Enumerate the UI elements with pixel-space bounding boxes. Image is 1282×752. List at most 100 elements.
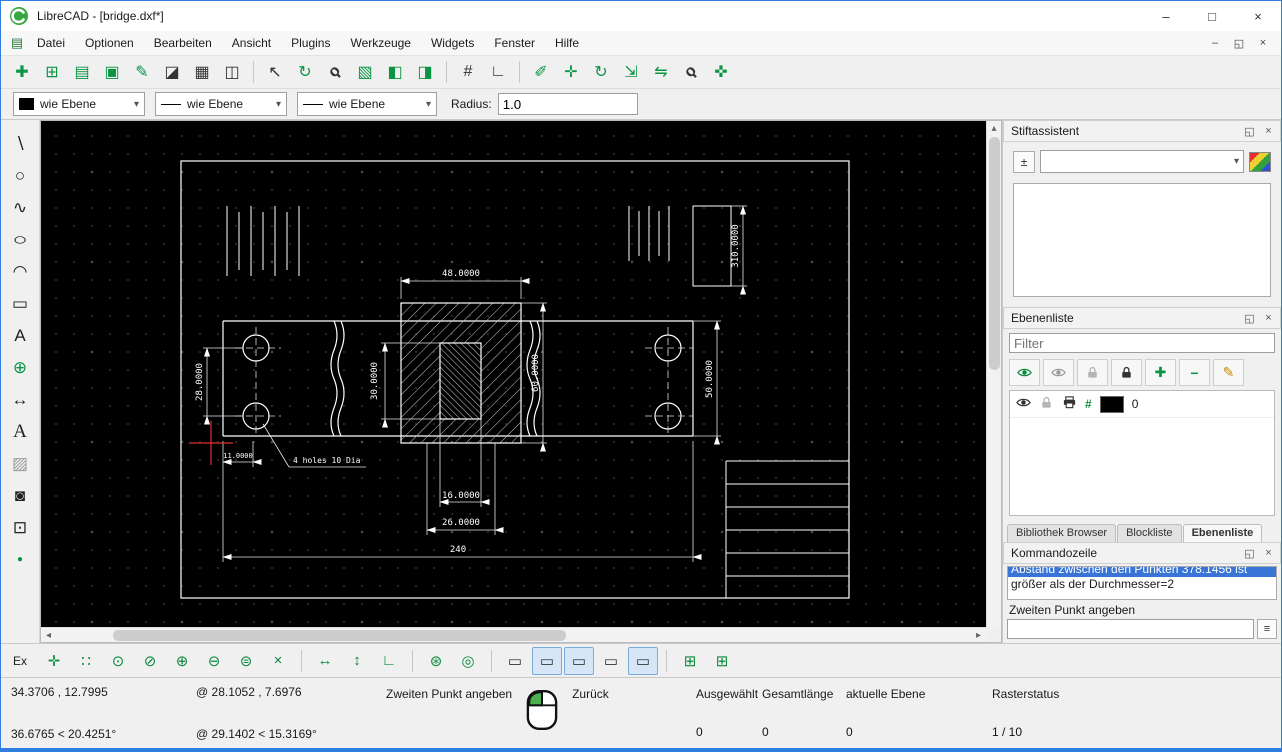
menu-optionen[interactable]: Optionen [75,36,144,50]
exclusive-snap-label[interactable]: Ex [13,654,27,668]
menu-werkzeuge[interactable]: Werkzeuge [340,36,420,50]
menu-plugins[interactable]: Plugins [281,36,340,50]
scroll-left-icon[interactable]: ◂ [41,628,56,643]
mtext-tool-icon[interactable]: A [4,320,36,351]
menu-fenster[interactable]: Fenster [484,36,545,50]
dock-close-icon[interactable]: × [1261,546,1276,561]
new-file-icon[interactable]: ✚ [7,58,37,87]
restrict-vertical-icon[interactable]: ↕ [342,647,372,675]
monitor-toggle-5-icon[interactable]: ▭ [628,647,658,675]
scale-icon[interactable]: ⇲ [616,58,646,87]
mdi-minimize-icon[interactable]: – [1203,32,1227,54]
image-tool-icon[interactable]: ◙ [4,480,36,511]
open-file-icon[interactable]: ▤ [67,58,97,87]
pen-color-picker-button[interactable] [1249,152,1271,172]
monitor-toggle-4-icon[interactable]: ▭ [596,647,626,675]
mirror-icon[interactable]: ⇋ [646,58,676,87]
snap-grid-icon[interactable]: ∷ [71,647,101,675]
layer-construction-icon[interactable]: # [1085,397,1092,411]
color-combo[interactable]: wie Ebene ▾ [13,92,145,116]
tab-block-list[interactable]: Blockliste [1117,524,1181,542]
layer-filter-input[interactable] [1009,333,1275,353]
ortho-toggle-icon[interactable]: ∟ [483,58,513,87]
radius-input[interactable] [498,93,638,115]
pen-favorites-list[interactable] [1013,183,1271,297]
menu-datei[interactable]: Datei [27,36,75,50]
snap-free-icon[interactable]: ✛ [39,647,69,675]
monitor-add-1-icon[interactable]: ⊞ [675,647,705,675]
minimize-icon[interactable]: – [1143,1,1189,31]
zoom-auto-icon[interactable]: ϙ [320,58,350,87]
snap-intersection-icon[interactable]: × [263,647,293,675]
lock-all-layers-button[interactable] [1111,359,1142,386]
dock-float-icon[interactable]: ◱ [1242,546,1257,561]
remove-layer-button[interactable]: − [1179,359,1210,386]
zoom-window-icon[interactable]: ▧ [350,58,380,87]
edit-layer-button[interactable]: ✎ [1213,359,1244,386]
text-tool-icon[interactable]: A [4,416,36,447]
scroll-right-icon[interactable]: ▸ [971,628,986,643]
layer-color-swatch[interactable] [1100,396,1124,413]
snap-on-entity-icon[interactable]: ⊘ [135,647,165,675]
monitor-toggle-1-icon[interactable]: ▭ [500,647,530,675]
block-tool-icon[interactable]: ⊡ [4,512,36,543]
arc-tool-icon[interactable]: ◠ [4,256,36,287]
layer-visible-icon[interactable] [1016,395,1031,413]
spline-tool-icon[interactable]: ∿ [4,192,36,223]
save-as-icon[interactable]: ✎ [127,58,157,87]
command-history[interactable]: Abstand zwischen den Punkten 378.1456 is… [1007,566,1277,600]
monitor-add-2-icon[interactable]: ⊞ [707,647,737,675]
snap-endpoint-icon[interactable]: ⊙ [103,647,133,675]
rotate-icon[interactable]: ↻ [586,58,616,87]
print-icon[interactable]: ▦ [187,58,217,87]
close-icon[interactable]: × [1235,1,1281,31]
dock-float-icon[interactable]: ◱ [1242,124,1257,139]
vertical-scrollbar[interactable]: ▴ [986,121,1001,627]
menu-widgets[interactable]: Widgets [421,36,484,50]
unlock-all-layers-button[interactable] [1077,359,1108,386]
command-options-icon[interactable]: ≡ [1257,619,1277,639]
line-width-combo[interactable]: wie Ebene ▾ [155,92,287,116]
restrict-horizontal-icon[interactable]: ↔ [310,647,340,675]
pen-favorites-combo[interactable]: ▾ [1040,150,1244,173]
pen-wizard-apply-button[interactable]: ± [1013,151,1035,173]
dock-close-icon[interactable]: × [1261,311,1276,326]
selection-pointer-icon[interactable]: ↖ [260,58,290,87]
pen-edit-icon[interactable]: ✐ [526,58,556,87]
tab-library-browser[interactable]: Bibliothek Browser [1007,524,1116,542]
ellipse-tool-icon[interactable]: ○ [4,224,36,255]
view-previous-icon[interactable]: ◧ [380,58,410,87]
menu-ansicht[interactable]: Ansicht [222,36,281,50]
insert-tool-icon[interactable]: ⊕ [4,352,36,383]
monitor-toggle-2-icon[interactable]: ▭ [532,647,562,675]
lock-relative-zero-icon[interactable]: ⊛ [421,647,451,675]
print-preview-icon[interactable]: ◫ [217,58,247,87]
set-relative-zero-icon[interactable]: ◎ [453,647,483,675]
zoom-redraw-icon[interactable]: ↻ [290,58,320,87]
export-pdf-icon[interactable]: ◪ [157,58,187,87]
window-panes-icon[interactable]: ◨ [410,58,440,87]
layer-row-0[interactable]: # 0 [1010,391,1274,418]
polyline-tool-icon[interactable]: ▭ [4,288,36,319]
horizontal-scroll-thumb[interactable] [113,630,567,641]
show-all-layers-button[interactable] [1009,359,1040,386]
line-type-combo[interactable]: wie Ebene ▾ [297,92,437,116]
layer-name[interactable]: 0 [1132,397,1139,411]
horizontal-scrollbar[interactable]: ◂ ▸ [41,627,986,642]
grid-toggle-icon[interactable]: # [453,58,483,87]
scroll-up-icon[interactable]: ▴ [987,121,1002,136]
snap-center-icon[interactable]: ⊕ [167,647,197,675]
hatch-tool-icon[interactable]: ▨ [4,448,36,479]
save-icon[interactable]: ▣ [97,58,127,87]
layer-lock-icon[interactable] [1039,395,1054,413]
mdi-document-icon[interactable]: ▤ [7,35,27,51]
layer-print-icon[interactable] [1062,395,1077,413]
vertical-scroll-thumb[interactable] [989,137,1000,370]
pan-zoom-icon[interactable]: ϙ [676,58,706,87]
move-icon[interactable]: ✛ [556,58,586,87]
monitor-toggle-3-icon[interactable]: ▭ [564,647,594,675]
command-input[interactable] [1007,619,1254,639]
circle-tool-icon[interactable]: ○ [4,160,36,191]
snap-distance-icon[interactable]: ⊜ [231,647,261,675]
dimension-tool-icon[interactable]: ↔ [4,384,36,415]
